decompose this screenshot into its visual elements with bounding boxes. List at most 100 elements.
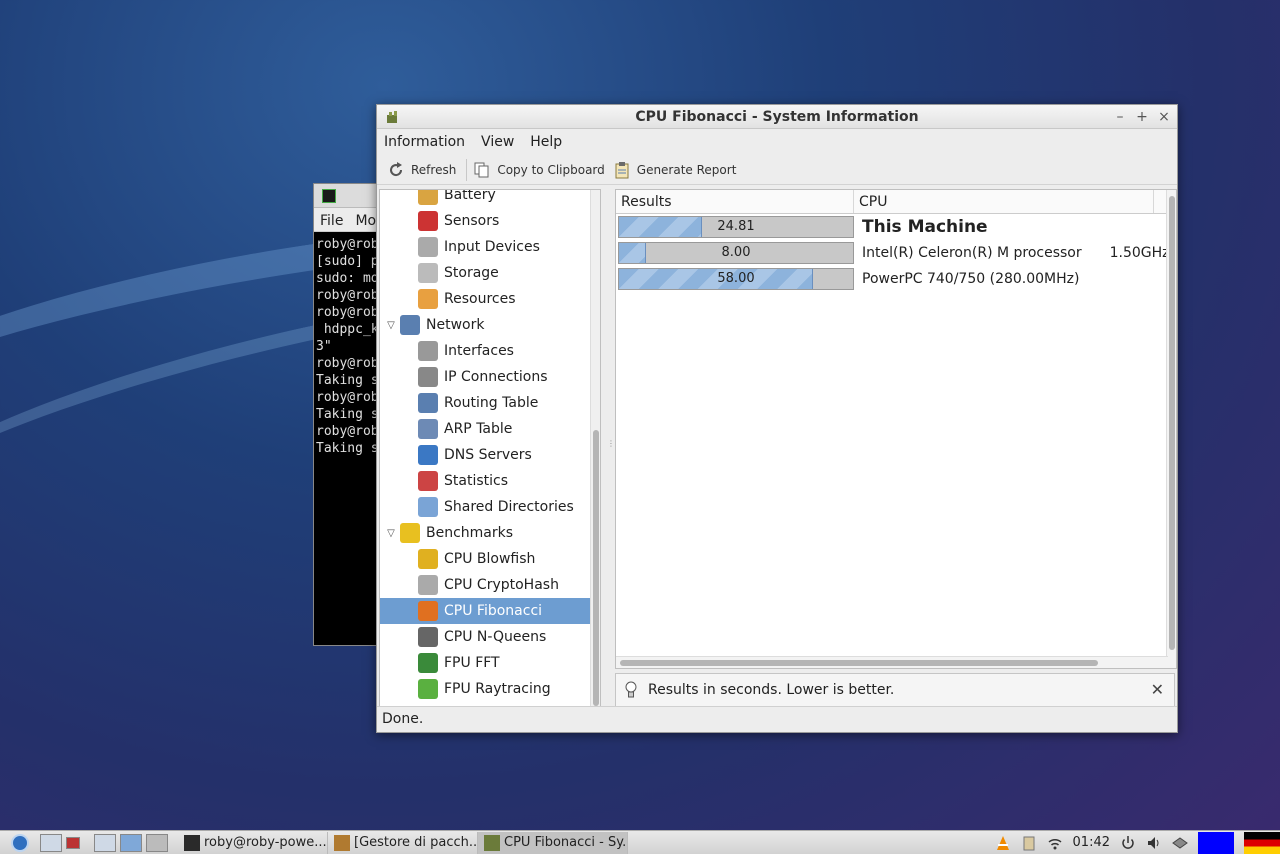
wifi-icon[interactable] xyxy=(1047,835,1063,851)
column-header-results[interactable]: Results xyxy=(616,190,854,213)
taskbar-task-label: roby@roby-powe... xyxy=(204,835,327,850)
workspace-1-icon[interactable] xyxy=(120,833,142,852)
result-bar: 58.00 xyxy=(618,268,854,290)
refresh-button[interactable]: Refresh xyxy=(385,157,462,183)
network-icon xyxy=(400,315,420,335)
refresh-label: Refresh xyxy=(411,162,457,177)
sidebar-item-shared-directories[interactable]: Shared Directories xyxy=(380,494,600,520)
sidebar-item-routing-table[interactable]: Routing Table xyxy=(380,390,600,416)
sidebar-item-network[interactable]: ▽ Network xyxy=(380,312,600,338)
taskbar-task-label: [Gestore di pacch... xyxy=(354,835,478,850)
sidebar-scrollbar-thumb[interactable] xyxy=(593,430,599,706)
menu-view[interactable]: View xyxy=(481,134,514,150)
table-row[interactable]: 24.81 This Machine xyxy=(616,214,1176,240)
sidebar-item-resources[interactable]: Resources xyxy=(380,286,600,312)
menu-information[interactable]: Information xyxy=(384,134,465,150)
snail-icon xyxy=(418,601,438,621)
table-row[interactable]: 8.00 Intel(R) Celeron(R) M processor 1.50G… xyxy=(616,240,1176,266)
result-value: 58.00 xyxy=(717,271,755,286)
show-desktop-icon[interactable] xyxy=(94,833,116,852)
taskbar-task[interactable]: roby@roby-powe... xyxy=(178,831,328,854)
sidebar-item-label: Battery xyxy=(444,189,496,203)
info-notebar: Results in seconds. Lower is better. ✕ xyxy=(615,673,1175,707)
column-header-cpu[interactable]: CPU xyxy=(854,190,1154,213)
results-horizontal-scrollbar[interactable] xyxy=(616,656,1168,668)
sidebar-item-cpu-blowfish[interactable]: CPU Blowfish xyxy=(380,546,600,572)
cpu-name: This Machine xyxy=(862,217,988,237)
sidebar-scrollbar[interactable] xyxy=(590,190,600,706)
sidebar-tree[interactable]: Battery Sensors Input Devices Storage Resour… xyxy=(379,189,601,707)
vlc-icon[interactable] xyxy=(995,835,1011,851)
sidebar-item-cpu-cryptohash[interactable]: CPU CryptoHash xyxy=(380,572,600,598)
results-vertical-scrollbar-thumb[interactable] xyxy=(1169,196,1175,650)
app-launcher-icon[interactable] xyxy=(66,836,80,849)
sysinfo-app-icon xyxy=(387,111,397,123)
sidebar-item-storage[interactable]: Storage xyxy=(380,260,600,286)
sidebar-item-label: IP Connections xyxy=(444,369,548,385)
sidebar-item-dns-servers[interactable]: DNS Servers xyxy=(380,442,600,468)
globe-icon xyxy=(418,445,438,465)
start-menu-button[interactable] xyxy=(0,831,40,854)
expander-icon[interactable]: ▽ xyxy=(384,528,398,539)
table-row[interactable]: 58.00 PowerPC 740/750 (280.00MHz) xyxy=(616,266,1176,292)
workspace-2-icon[interactable] xyxy=(146,833,168,852)
folder-icon xyxy=(418,497,438,517)
sidebar-item-label: Routing Table xyxy=(444,395,539,411)
sidebar-item-cpu-n-queens[interactable]: CPU N-Queens xyxy=(380,624,600,650)
sidebar-item-label: CPU Blowfish xyxy=(444,551,536,567)
package-manager-icon xyxy=(334,834,350,851)
terminal-menu-more[interactable]: Mo xyxy=(355,213,376,229)
sidebar-item-sensors[interactable]: Sensors xyxy=(380,208,600,234)
copy-to-clipboard-button[interactable]: Copy to Clipboard xyxy=(471,157,610,183)
clipboard-icon[interactable] xyxy=(1021,835,1037,851)
sidebar-item-benchmarks[interactable]: ▽ Benchmarks xyxy=(380,520,600,546)
fft-icon xyxy=(418,653,438,673)
sidebar-item-label: CPU N-Queens xyxy=(444,629,547,645)
sidebar-item-arp-table[interactable]: ARP Table xyxy=(380,416,600,442)
language-flag-icon[interactable] xyxy=(1244,831,1280,854)
sidebar-item-interfaces[interactable]: Interfaces xyxy=(380,338,600,364)
keyboard-layout-flag-icon[interactable] xyxy=(1198,831,1234,854)
sidebar-item-label: Sensors xyxy=(444,213,500,229)
results-pane[interactable]: Results CPU 24.81 This Machine 8.00 Intel(R… xyxy=(615,189,1177,669)
results-horizontal-scrollbar-thumb[interactable] xyxy=(620,660,1098,666)
drive-icon xyxy=(418,263,438,283)
clock[interactable]: 01:42 xyxy=(1073,835,1110,850)
volume-icon[interactable] xyxy=(1146,835,1162,851)
pane-splitter[interactable]: ⋮ xyxy=(607,440,615,448)
close-button[interactable]: × xyxy=(1157,105,1171,129)
file-manager-launcher-icon[interactable] xyxy=(40,833,62,852)
sidebar-item-fpu-fft[interactable]: FPU FFT xyxy=(380,650,600,676)
power-icon[interactable] xyxy=(1120,835,1136,851)
results-vertical-scrollbar[interactable] xyxy=(1166,190,1176,668)
sidebar-item-battery[interactable]: Battery xyxy=(380,189,600,208)
maximize-button[interactable]: + xyxy=(1135,105,1149,129)
close-note-icon[interactable]: ✕ xyxy=(1151,680,1164,699)
taskbar-task[interactable]: [Gestore di pacch... xyxy=(328,831,478,854)
network-tray-icon[interactable] xyxy=(1172,835,1188,851)
sidebar-item-statistics[interactable]: Statistics xyxy=(380,468,600,494)
sidebar-item-label: FPU FFT xyxy=(444,655,500,671)
window-titlebar[interactable]: CPU Fibonacci - System Information – + × xyxy=(377,105,1177,129)
menubar: Information View Help xyxy=(377,129,1177,155)
results-rows: 24.81 This Machine 8.00 Intel(R) Celeron(R)… xyxy=(616,214,1176,292)
sysinfo-window[interactable]: CPU Fibonacci - System Information – + ×… xyxy=(376,104,1178,733)
thermometer-icon xyxy=(418,211,438,231)
expander-icon[interactable]: ▽ xyxy=(384,320,398,331)
task-list: roby@roby-powe... [Gestore di pacch... CPU… xyxy=(178,831,628,854)
minimize-button[interactable]: – xyxy=(1113,105,1127,129)
raytracing-icon xyxy=(418,679,438,699)
sidebar-item-cpu-fibonacci[interactable]: CPU Fibonacci xyxy=(380,598,600,624)
sidebar-item-label: Shared Directories xyxy=(444,499,574,515)
terminal-menu-file[interactable]: File xyxy=(320,213,343,229)
sidebar-item-input-devices[interactable]: Input Devices xyxy=(380,234,600,260)
taskbar-task[interactable]: CPU Fibonacci - Sy... xyxy=(478,831,628,854)
keyboard-icon xyxy=(418,237,438,257)
sidebar-item-ip-connections[interactable]: IP Connections xyxy=(380,364,600,390)
generate-report-button[interactable]: Generate Report xyxy=(611,157,743,183)
interfaces-icon xyxy=(418,341,438,361)
menu-help[interactable]: Help xyxy=(530,134,562,150)
sysinfo-icon xyxy=(484,834,500,851)
taskbar: roby@roby-powe... [Gestore di pacch... CPU… xyxy=(0,830,1280,854)
sidebar-item-fpu-raytracing[interactable]: FPU Raytracing xyxy=(380,676,600,702)
